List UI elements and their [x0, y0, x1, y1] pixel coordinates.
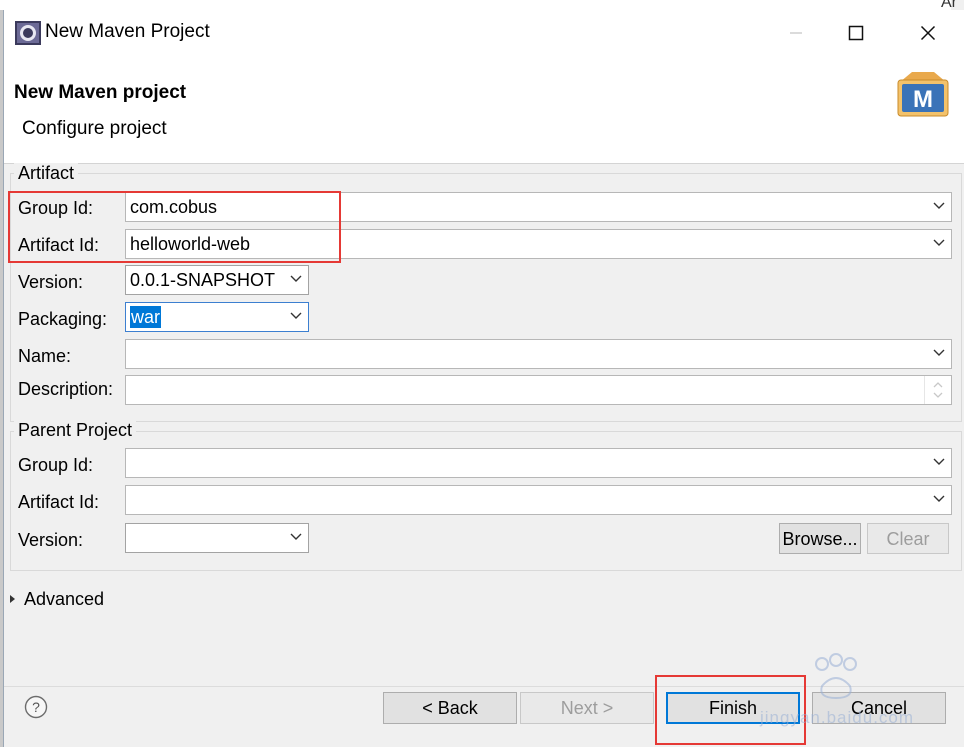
description-textarea[interactable]	[125, 375, 952, 405]
clear-button[interactable]: Clear	[867, 523, 949, 554]
advanced-label: Advanced	[24, 589, 105, 609]
version-label: Version:	[18, 272, 84, 292]
parent-version-label: Version:	[18, 530, 84, 550]
parent-artifact-id-combo[interactable]	[125, 485, 952, 515]
scroll-down-icon	[933, 392, 943, 398]
packaging-label: Packaging:	[18, 309, 108, 329]
next-button[interactable]: Next >	[520, 692, 654, 724]
watermark-text: jingyan.baidu.com	[760, 708, 915, 727]
chevron-down-icon	[290, 312, 302, 319]
artifact-group-legend: Artifact	[14, 163, 79, 184]
parent-group-id-combo[interactable]	[125, 448, 952, 478]
parent-artifact-id-label: Artifact Id:	[18, 492, 100, 512]
chevron-down-icon	[290, 533, 302, 540]
packaging-value: war	[130, 306, 162, 328]
help-icon[interactable]: ?	[24, 695, 48, 719]
chevron-down-icon	[933, 458, 945, 465]
parent-version-combo[interactable]	[125, 523, 309, 553]
maven-logo-icon: M	[897, 72, 949, 117]
wizard-page-description: Configure project	[22, 118, 167, 139]
packaging-combo[interactable]: war	[125, 302, 309, 332]
description-scrollbar[interactable]	[924, 376, 951, 404]
name-combo[interactable]	[125, 339, 952, 369]
version-combo[interactable]: 0.0.1-SNAPSHOT	[125, 265, 309, 295]
highlight-box-coordinates	[8, 191, 341, 263]
baidu-watermark: jingyan.baidu.com	[730, 650, 940, 750]
parent-group-id-label: Group Id:	[18, 455, 94, 475]
chevron-down-icon	[933, 495, 945, 502]
chevron-down-icon	[290, 275, 302, 282]
name-label: Name:	[18, 346, 72, 366]
description-label: Description:	[18, 379, 114, 399]
baidu-paw-logo-icon	[815, 653, 857, 700]
window-title: New Maven Project	[45, 21, 210, 42]
wizard-banner: New Maven project Configure project M	[4, 56, 964, 164]
help-glyph: ?	[32, 699, 40, 715]
browse-button[interactable]: Browse...	[779, 523, 861, 554]
minimize-icon	[790, 32, 802, 34]
chevron-down-icon	[933, 349, 945, 356]
parent-project-legend: Parent Project	[14, 420, 137, 441]
minimize-button[interactable]	[770, 10, 822, 56]
maven-logo-letter: M	[913, 86, 933, 113]
maximize-button[interactable]	[830, 10, 882, 56]
back-button[interactable]: < Back	[383, 692, 517, 724]
new-maven-project-dialog: New Maven Project New Maven project Conf…	[3, 10, 964, 747]
wizard-page-title: New Maven project	[14, 82, 187, 103]
scroll-up-icon	[933, 382, 943, 388]
eclipse-app-icon	[15, 21, 41, 45]
title-bar: New Maven Project	[4, 10, 964, 56]
chevron-down-icon	[933, 202, 945, 209]
chevron-right-icon	[10, 595, 15, 603]
close-button[interactable]	[902, 10, 954, 56]
chevron-down-icon	[933, 239, 945, 246]
version-value: 0.0.1-SNAPSHOT	[130, 270, 276, 290]
close-icon	[920, 25, 936, 41]
advanced-expander[interactable]: Advanced	[10, 586, 104, 612]
maximize-icon	[848, 25, 864, 41]
